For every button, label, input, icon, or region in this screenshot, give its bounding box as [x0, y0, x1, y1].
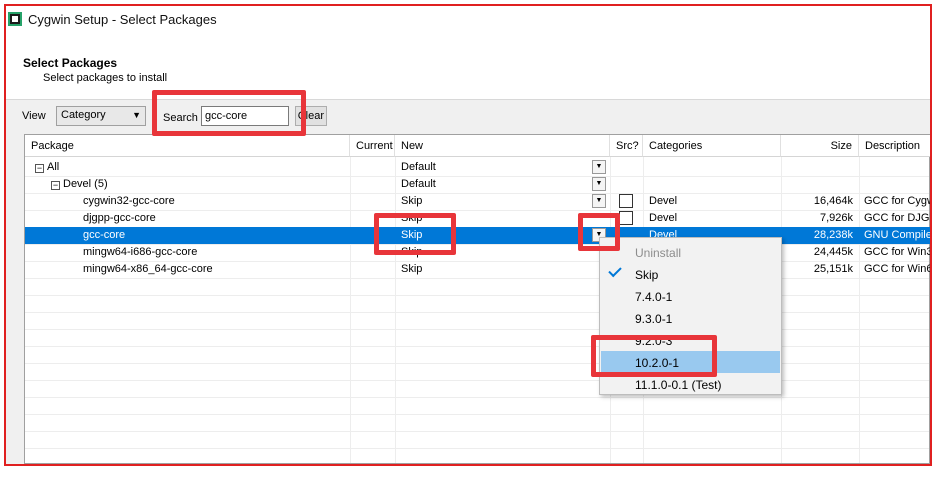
page-title: Select Packages [23, 56, 118, 70]
source-checkbox[interactable] [619, 211, 633, 225]
new-version-cell: Skip [401, 263, 423, 275]
package-name: mingw64-x86_64-gcc-core [83, 263, 213, 275]
tree-row-devel[interactable]: − Devel (5) Default ▼ [25, 176, 930, 193]
package-cell: − All [35, 161, 59, 173]
column-header-description[interactable]: Description [859, 135, 930, 157]
size-cell: 24,445k [813, 246, 853, 258]
new-version-cell: Skip [401, 195, 423, 207]
column-header-src[interactable]: Src? [610, 135, 643, 157]
package-name: cygwin32-gcc-core [83, 195, 175, 207]
row-divider [25, 380, 929, 381]
package-name: gcc-core [83, 229, 126, 241]
menu-item-version[interactable]: 7.4.0-1 [601, 285, 780, 307]
chevron-down-icon: ▼ [132, 110, 141, 120]
row-divider [25, 397, 929, 398]
size-cell: 25,151k [813, 263, 853, 275]
collapse-icon[interactable]: − [35, 164, 44, 173]
table-row[interactable]: cygwin32-gcc-core Skip ▼ Devel 16,464k G… [25, 193, 930, 210]
description-cell: GCC for Cygwin [864, 195, 930, 207]
package-name: All [47, 161, 60, 173]
size-cell: 7,926k [819, 212, 853, 224]
new-version-cell: Default [401, 178, 436, 190]
chevron-down-icon[interactable]: ▼ [592, 177, 606, 191]
description-cell: GCC for Win64 [864, 263, 930, 275]
menu-item-version[interactable]: 9.3.0-1 [601, 307, 780, 329]
description-cell: GNU Compiler [864, 229, 931, 241]
column-header-package[interactable]: Package [25, 135, 350, 157]
row-divider [25, 278, 929, 279]
row-divider [25, 431, 929, 432]
package-name: Devel (5) [63, 178, 108, 190]
table-row[interactable]: djgpp-gcc-core Skip Devel 7,926k GCC for… [25, 210, 930, 227]
row-divider [25, 346, 929, 347]
checkmark-icon [608, 263, 622, 278]
view-select[interactable]: Category ▼ [56, 106, 146, 126]
package-grid[interactable]: Package Current New Src? Categories Size… [24, 134, 930, 464]
filter-toolbar: View Category ▼ Search Clear [6, 100, 930, 130]
size-cell: 16,464k [813, 195, 853, 207]
table-row-selected[interactable]: gcc-core Skip ▼ Devel 28,238k GNU Compil… [25, 227, 931, 244]
table-row[interactable]: mingw64-x86_64-gcc-core Skip 25,151k GCC… [25, 261, 930, 278]
chevron-down-icon[interactable]: ▼ [592, 194, 606, 208]
package-name: mingw64-i686-gcc-core [83, 246, 198, 258]
row-divider [25, 295, 929, 296]
chevron-down-icon[interactable]: ▼ [592, 160, 606, 174]
menu-item-skip[interactable]: Skip [601, 263, 780, 285]
description-cell: GCC for DJGPP [864, 212, 930, 224]
annotation-box-skip [374, 213, 456, 255]
cygwin-app-icon [8, 12, 22, 26]
annotation-box-dropdown-arrow [578, 213, 620, 251]
row-divider [25, 448, 929, 449]
window-title: Cygwin Setup - Select Packages [28, 11, 217, 27]
column-header-current[interactable]: Current [350, 135, 395, 157]
screenshot-frame: Cygwin Setup - Select Packages Select Pa… [4, 4, 932, 466]
new-version-cell: Default [401, 161, 436, 173]
package-name: djgpp-gcc-core [83, 212, 156, 224]
row-divider [25, 414, 929, 415]
annotation-box-version [591, 335, 717, 377]
source-checkbox[interactable] [619, 194, 633, 208]
view-label: View [22, 110, 46, 122]
annotation-box-search [152, 90, 306, 136]
column-header-new[interactable]: New [395, 135, 610, 157]
column-header-categories[interactable]: Categories [643, 135, 781, 157]
column-header-size[interactable]: Size [781, 135, 859, 157]
tree-row-all[interactable]: − All Default ▼ [25, 159, 930, 176]
package-cell: − Devel (5) [51, 178, 108, 190]
menu-item-uninstall[interactable]: Uninstall [601, 241, 780, 263]
menu-item-label: Skip [635, 268, 659, 282]
collapse-icon[interactable]: − [51, 181, 60, 190]
row-divider [25, 329, 929, 330]
table-row[interactable]: mingw64-i686-gcc-core Skip 24,445k GCC f… [25, 244, 930, 261]
size-cell: 28,238k [813, 229, 853, 241]
page-header: Select Packages Select packages to insta… [6, 32, 930, 100]
category-cell: Devel [649, 212, 678, 224]
row-divider [25, 312, 929, 313]
description-cell: GCC for Win32 [864, 246, 930, 258]
view-select-value: Category [61, 109, 106, 121]
title-bar: Cygwin Setup - Select Packages [6, 6, 930, 32]
category-cell: Devel [649, 195, 678, 207]
page-subtitle: Select packages to install [43, 72, 168, 84]
setup-window: Cygwin Setup - Select Packages Select Pa… [6, 6, 930, 464]
row-divider [25, 363, 929, 364]
